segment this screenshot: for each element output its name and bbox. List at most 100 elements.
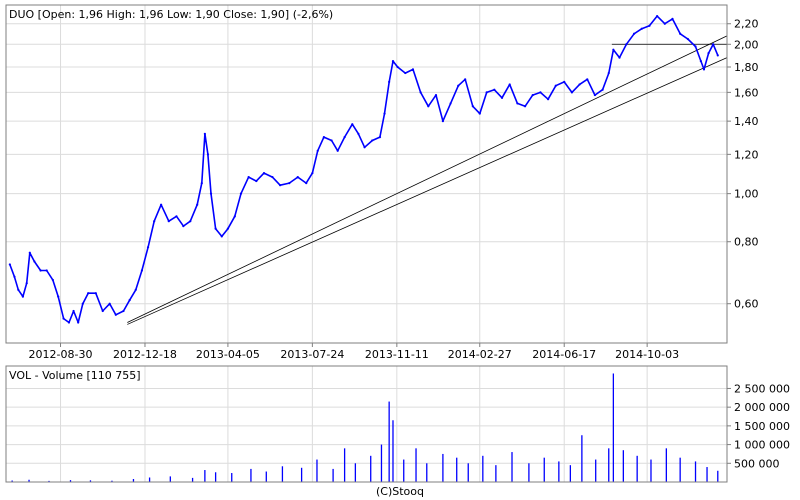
price-point <box>419 91 422 94</box>
price-point <box>523 105 527 108</box>
price-point <box>404 71 407 75</box>
price-point <box>196 203 199 206</box>
price-series-line <box>9 15 719 324</box>
price-point <box>570 91 573 94</box>
price-point <box>45 269 48 272</box>
date-x-tick-label: 2012-08-30 <box>29 348 93 361</box>
price-point <box>271 175 274 179</box>
price-point <box>153 220 156 223</box>
price-panel-title: DUO [Open: 1,96 High: 1,96 Low: 1,90 Clo… <box>9 8 333 21</box>
price-point <box>601 88 604 91</box>
price-point <box>288 182 291 185</box>
price-y-tick-label: 1,80 <box>734 61 759 74</box>
price-y-tick-label: 2,20 <box>734 18 759 31</box>
price-point <box>62 317 65 320</box>
volume-panel-title: VOL - Volume [110 755] <box>9 369 141 382</box>
price-point <box>640 27 643 30</box>
price-y-tick-label: 2,00 <box>734 38 759 51</box>
price-point <box>351 123 354 126</box>
price-point <box>122 309 125 313</box>
price-point <box>33 260 36 263</box>
price-point <box>87 292 90 295</box>
price-point <box>449 102 452 105</box>
volume-y-axis: 500 000 1 000 000 1 500 000 2 000 000 2 500 … <box>727 382 790 470</box>
price-point <box>411 68 415 71</box>
price-point <box>578 83 581 86</box>
price-point <box>108 302 111 305</box>
price-point <box>220 235 223 238</box>
price-point <box>625 43 628 46</box>
price-point <box>94 292 97 295</box>
date-x-tick-label: 2014-02-27 <box>448 348 512 361</box>
price-point <box>391 59 395 63</box>
price-point <box>175 215 178 218</box>
price-point <box>101 309 104 313</box>
price-point <box>134 288 137 291</box>
price-point <box>316 149 319 152</box>
price-point <box>343 136 346 139</box>
price-point <box>563 80 566 83</box>
price-point <box>21 295 24 298</box>
date-x-tick-label: 2013-11-11 <box>365 348 429 361</box>
price-point <box>51 278 54 282</box>
price-point <box>296 175 299 179</box>
price-point <box>441 120 444 123</box>
price-point <box>508 83 511 86</box>
price-point <box>457 84 460 87</box>
volume-y-tick-label: 500 000 <box>734 457 780 470</box>
price-point <box>694 45 697 48</box>
price-point <box>699 59 702 63</box>
price-point <box>485 91 488 94</box>
price-point <box>607 71 610 75</box>
price-y-tick-label: 0,60 <box>734 298 759 311</box>
price-point <box>679 32 682 35</box>
date-x-axis: 2012-08-30 2012-12-18 2013-04-05 2013-07-24… <box>29 343 679 361</box>
price-point <box>57 295 60 298</box>
price-point <box>612 48 615 51</box>
price-point <box>464 78 467 81</box>
price-point <box>203 132 206 135</box>
price-point <box>140 269 144 272</box>
price-point <box>39 269 42 272</box>
price-point <box>128 299 131 302</box>
price-series <box>8 14 719 324</box>
price-point <box>516 102 519 105</box>
price-point <box>648 24 651 27</box>
price-point <box>427 105 430 108</box>
price-point <box>114 313 117 316</box>
volume-y-tick-label: 1 500 000 <box>734 420 790 433</box>
price-point <box>686 37 689 41</box>
price-point <box>656 14 659 18</box>
trendline <box>127 35 728 323</box>
price-point <box>255 179 258 183</box>
price-point <box>478 112 481 115</box>
date-x-tick-label: 2014-06-17 <box>532 348 596 361</box>
volume-y-tick-label: 1 000 000 <box>734 439 790 452</box>
date-x-tick-label: 2012-12-18 <box>113 348 177 361</box>
price-point <box>471 105 474 108</box>
price-point <box>81 302 84 305</box>
price-point <box>305 182 308 185</box>
price-y-tick-label: 1,40 <box>734 115 759 128</box>
price-y-tick-label: 1,20 <box>734 148 759 161</box>
price-point <box>167 220 170 223</box>
price-point <box>586 78 589 81</box>
price-point <box>707 51 710 55</box>
price-point <box>200 182 203 185</box>
price-point <box>712 43 715 46</box>
price-point <box>618 56 621 59</box>
price-point <box>206 153 210 156</box>
price-point <box>28 251 31 254</box>
price-point <box>311 172 314 175</box>
price-point <box>554 84 557 87</box>
price-point <box>209 192 213 195</box>
volume-y-tick-label: 2 500 000 <box>734 382 790 395</box>
volume-bars <box>11 373 719 482</box>
volume-y-tick-label: 2 000 000 <box>734 401 790 414</box>
price-y-tick-label: 0,80 <box>734 236 759 249</box>
date-x-tick-label: 2014-10-03 <box>615 348 679 361</box>
price-point <box>716 54 719 57</box>
price-point <box>72 309 75 313</box>
price-point <box>13 275 16 278</box>
price-point <box>322 136 325 139</box>
